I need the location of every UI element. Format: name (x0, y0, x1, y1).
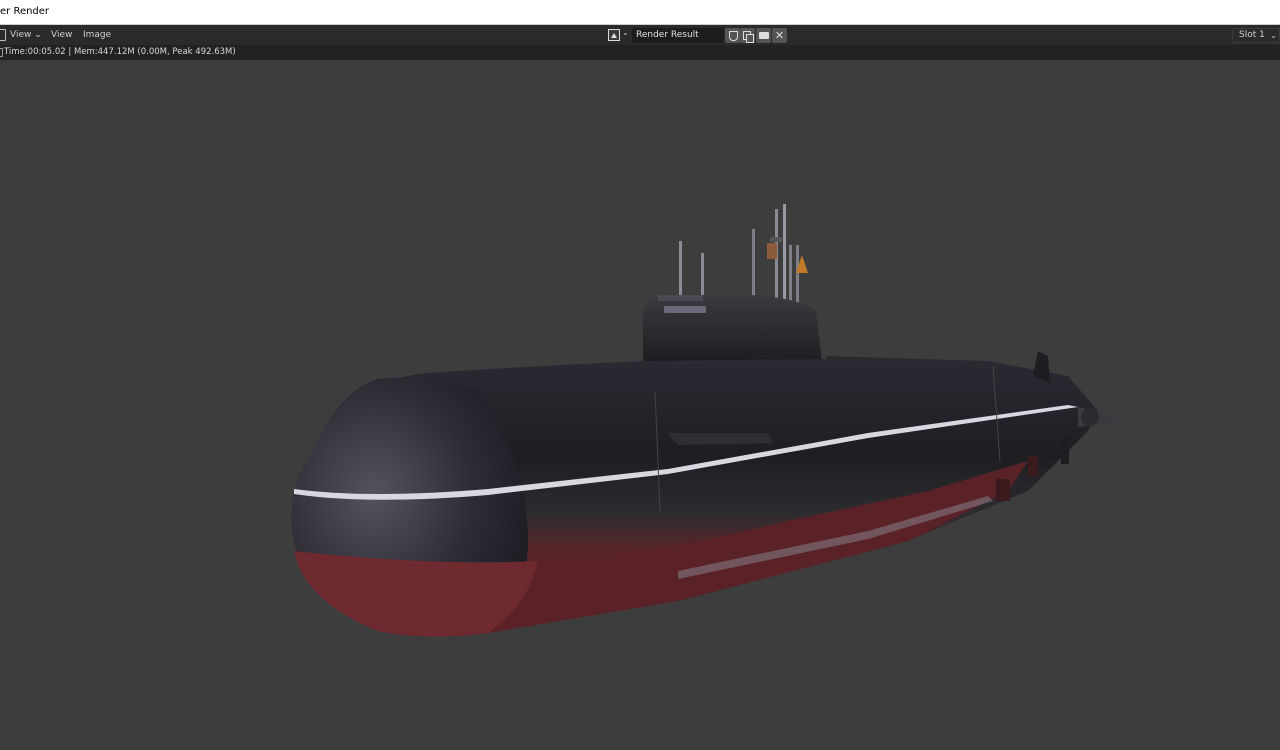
chevron-down-icon: ⌄ (1270, 31, 1277, 40)
view-menu[interactable]: View ⌄ (7, 28, 45, 42)
title-bar: er Render (0, 0, 1280, 25)
view-menu-2[interactable]: View (48, 28, 75, 42)
duplicate-icon[interactable] (740, 28, 755, 43)
image-menu[interactable]: Image (80, 28, 114, 42)
folder-icon[interactable] (756, 28, 771, 43)
slot-dropdown[interactable]: Slot 1 ⌄ (1232, 28, 1280, 43)
render-stats: Time:00:05.02 | Mem:447.12M (0.00M, Peak… (4, 47, 236, 57)
slot-label: Slot 1 (1239, 30, 1265, 40)
chevron-down-icon: ⌄ (622, 28, 629, 37)
image-name-field[interactable]: Render Result (632, 28, 724, 43)
image-editor-icon[interactable] (0, 29, 6, 41)
render-result-image (228, 161, 1183, 697)
render-status-bar: Time:00:05.02 | Mem:447.12M (0.00M, Peak… (0, 45, 1280, 60)
close-icon[interactable]: ✕ (772, 28, 787, 43)
image-editor-header: View ⌄ View Image ⌄ Render Result ✕ Slot… (0, 25, 1280, 45)
window-title: er Render (0, 6, 50, 17)
shield-icon[interactable] (725, 28, 740, 43)
image-icon (608, 29, 620, 41)
submarine-render (291, 204, 1128, 637)
status-icon (0, 48, 3, 57)
image-type-dropdown[interactable]: ⌄ (606, 28, 630, 43)
